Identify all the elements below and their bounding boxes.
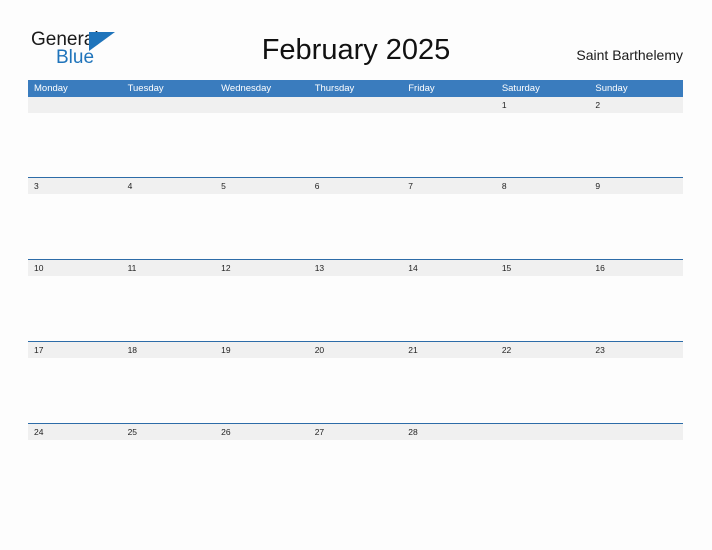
day-cell[interactable]: 2 [589, 97, 683, 113]
date-band: 3 4 5 6 7 8 9 [28, 178, 683, 194]
day-cell[interactable]: 14 [402, 260, 496, 276]
week-row: 3 4 5 6 7 8 9 [28, 177, 683, 259]
date-band: 1 2 [28, 97, 683, 113]
weekday-header-monday: Monday [34, 83, 68, 94]
day-cell[interactable]: 18 [122, 342, 216, 358]
day-cell[interactable]: 16 [589, 260, 683, 276]
day-cell[interactable]: 25 [122, 424, 216, 440]
day-cell[interactable]: 13 [309, 260, 403, 276]
date-band: 24 25 26 27 28 [28, 424, 683, 440]
page-header: General Blue February 2025 Saint Barthel… [0, 0, 712, 80]
date-band: 17 18 19 20 21 22 23 [28, 342, 683, 358]
day-cell[interactable]: 10 [28, 260, 122, 276]
weekday-header-sunday: Sunday [595, 83, 628, 94]
date-band: 10 11 12 13 14 15 16 [28, 260, 683, 276]
day-cell[interactable] [496, 424, 590, 440]
day-cell[interactable] [28, 97, 122, 113]
day-cell[interactable] [215, 97, 309, 113]
week-row: 17 18 19 20 21 22 23 [28, 341, 683, 423]
day-cell[interactable]: 27 [309, 424, 403, 440]
calendar-page: General Blue February 2025 Saint Barthel… [0, 0, 712, 550]
day-cell[interactable]: 6 [309, 178, 403, 194]
day-cell[interactable]: 9 [589, 178, 683, 194]
day-cell[interactable]: 8 [496, 178, 590, 194]
weekday-header-friday: Friday [408, 83, 435, 94]
day-cell[interactable]: 4 [122, 178, 216, 194]
week-row: 10 11 12 13 14 15 16 [28, 259, 683, 341]
day-cell[interactable]: 26 [215, 424, 309, 440]
day-cell[interactable]: 24 [28, 424, 122, 440]
day-cell[interactable]: 1 [496, 97, 590, 113]
day-cell[interactable]: 12 [215, 260, 309, 276]
week-body [28, 194, 683, 258]
location-label: Saint Barthelemy [576, 47, 683, 63]
day-cell[interactable] [589, 424, 683, 440]
weekday-header-tuesday: Tuesday [127, 83, 164, 94]
week-body [28, 113, 683, 177]
day-cell[interactable]: 21 [402, 342, 496, 358]
day-cell[interactable]: 3 [28, 178, 122, 194]
day-cell[interactable]: 15 [496, 260, 590, 276]
day-cell[interactable]: 22 [496, 342, 590, 358]
day-cell[interactable]: 28 [402, 424, 496, 440]
week-body [28, 276, 683, 340]
weekday-header-thursday: Thursday [314, 83, 355, 94]
week-body [28, 358, 683, 422]
calendar-grid: Monday Tuesday Wednesday Thursday Friday… [28, 80, 683, 505]
day-cell[interactable]: 7 [402, 178, 496, 194]
day-cell[interactable]: 19 [215, 342, 309, 358]
day-cell[interactable] [122, 97, 216, 113]
day-cell[interactable]: 11 [122, 260, 216, 276]
weekday-header-row: Monday Tuesday Wednesday Thursday Friday… [28, 80, 683, 97]
week-row: 24 25 26 27 28 [28, 423, 683, 505]
weekday-header-saturday: Saturday [501, 83, 540, 94]
weekday-header-wednesday: Wednesday [221, 83, 272, 94]
day-cell[interactable] [402, 97, 496, 113]
day-cell[interactable]: 20 [309, 342, 403, 358]
day-cell[interactable] [309, 97, 403, 113]
week-body [28, 440, 683, 504]
day-cell[interactable]: 5 [215, 178, 309, 194]
week-row: 1 2 [28, 97, 683, 177]
day-cell[interactable]: 17 [28, 342, 122, 358]
day-cell[interactable]: 23 [589, 342, 683, 358]
